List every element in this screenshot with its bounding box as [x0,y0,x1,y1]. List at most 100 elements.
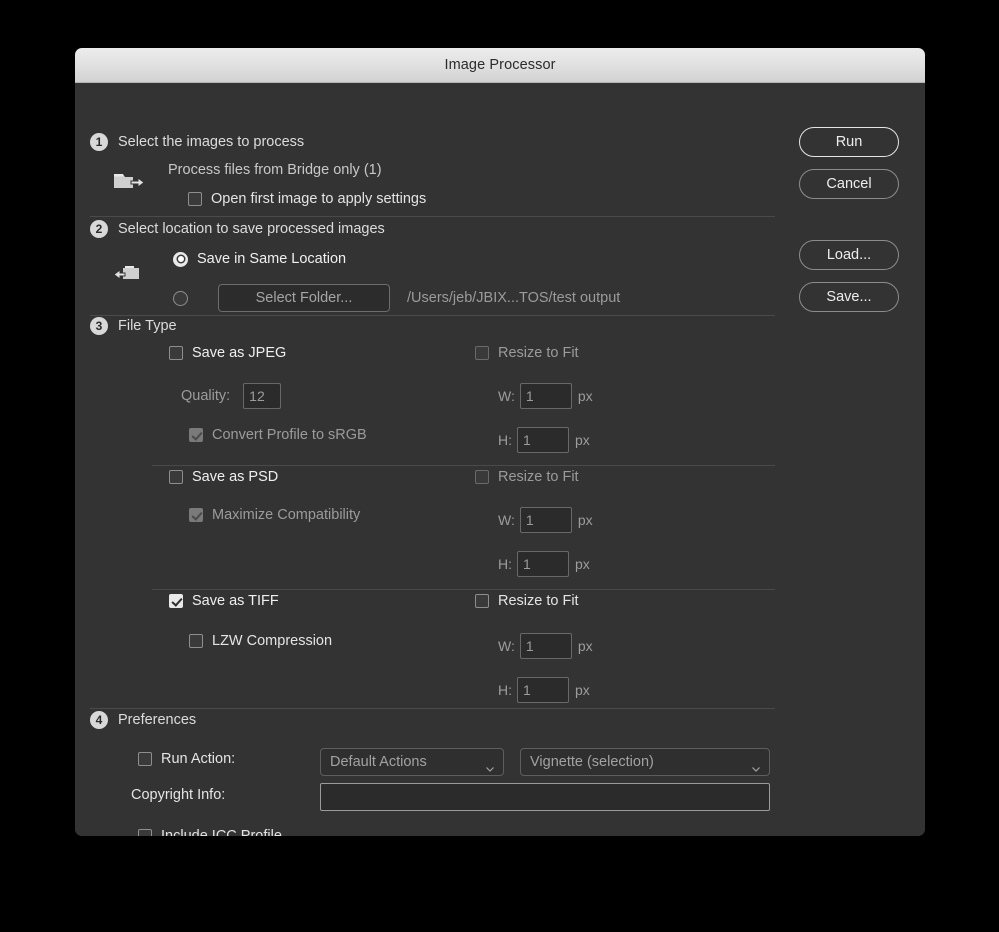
step-3-title: File Type [118,318,177,334]
copyright-info-input[interactable] [320,783,770,811]
load-settings-button[interactable]: Load... [799,240,899,270]
psd-height-unit: px [575,556,590,572]
psd-maximize-compat-label: Maximize Compatibility [212,507,361,523]
psd-height-label: H: [498,556,512,572]
tiff-width-row: W: 1 px [498,633,593,659]
jpeg-convert-srgb-checkbox[interactable] [189,428,203,442]
action-name-value: Vignette (selection) [530,754,654,770]
psd-width-input[interactable]: 1 [519,507,572,533]
jpeg-height-label: H: [498,432,512,448]
psd-height-row: H: 1 px [498,551,590,577]
step-1-title: Select the images to process [118,134,305,150]
tiff-width-label: W: [498,638,515,654]
psd-maximize-compat-checkbox[interactable] [189,508,203,522]
tiff-width-unit: px [577,638,593,654]
tiff-height-row: H: 1 px [498,677,590,703]
select-folder-button[interactable]: Select Folder... [218,284,390,312]
jpeg-convert-srgb-row[interactable]: Convert Profile to sRGB [189,427,367,443]
step-2-badge: 2 [90,220,108,238]
jpeg-quality-row: Quality: 12 [181,383,282,409]
step-3-badge: 3 [90,317,108,335]
jpeg-width-label: W: [498,388,515,404]
psd-resize-to-fit-checkbox[interactable] [475,470,489,484]
psd-width-unit: px [577,512,593,528]
run-action-checkbox[interactable] [138,752,152,766]
jpeg-resize-to-fit-row[interactable]: Resize to Fit [475,345,579,361]
source-label: Process files from Bridge only (1) [168,162,382,178]
save-same-location-label: Save in Same Location [197,251,347,267]
select-folder-row[interactable]: Select Folder... /Users/jeb/JBIX...TOS/t… [173,284,620,312]
tiff-lzw-compression-label: LZW Compression [212,633,333,649]
save-same-location-row[interactable]: Save in Same Location [173,251,346,267]
save-as-jpeg-label: Save as JPEG [192,345,287,361]
open-first-image-row[interactable]: Open first image to apply settings [188,191,426,207]
tiff-resize-to-fit-row[interactable]: Resize to Fit [475,593,579,609]
jpeg-height-unit: px [575,432,590,448]
save-as-tiff-row[interactable]: Save as TIFF [169,593,279,609]
tiff-height-input[interactable]: 1 [517,677,569,703]
psd-maximize-compat-row[interactable]: Maximize Compatibility [189,507,360,523]
folder-export-icon [112,169,146,195]
save-as-jpeg-row[interactable]: Save as JPEG [169,345,286,361]
save-as-tiff-label: Save as TIFF [192,593,279,609]
jpeg-height-row: H: 1 px [498,427,590,453]
jpeg-width-input[interactable]: 1 [519,383,572,409]
tiff-height-label: H: [498,682,512,698]
psd-width-label: W: [498,512,515,528]
jpeg-width-unit: px [577,388,593,404]
dialog-action-buttons: Run Cancel Load... Save... [799,83,909,324]
jpeg-height-input[interactable]: 1 [517,427,569,453]
jpeg-resize-to-fit-label: Resize to Fit [498,345,579,361]
step-2-header: 2 Select location to save processed imag… [90,220,385,238]
select-folder-radio[interactable] [173,290,188,306]
include-icc-profile-checkbox[interactable] [138,829,152,836]
step-1-header: 1 Select the images to process [90,133,304,151]
separator-1 [90,216,775,217]
open-first-image-checkbox[interactable] [188,192,202,206]
include-icc-profile-row[interactable]: Include ICC Profile [138,828,282,836]
save-same-location-radio[interactable] [173,251,188,267]
open-first-image-label: Open first image to apply settings [211,191,427,207]
step-2-title: Select location to save processed images [118,221,385,237]
psd-resize-to-fit-label: Resize to Fit [498,469,579,485]
jpeg-quality-label: Quality: [181,388,231,404]
cancel-button[interactable]: Cancel [799,169,899,199]
run-action-label: Run Action: [161,751,236,767]
save-as-psd-label: Save as PSD [192,469,279,485]
include-icc-profile-label: Include ICC Profile [161,828,282,836]
copyright-info-label: Copyright Info: [131,787,226,803]
step-4-header: 4 Preferences [90,711,196,729]
tiff-lzw-row[interactable]: LZW Compression [189,633,332,649]
folder-import-icon [112,261,146,287]
action-set-value: Default Actions [330,754,427,770]
save-settings-button[interactable]: Save... [799,282,899,312]
psd-resize-to-fit-row[interactable]: Resize to Fit [475,469,579,485]
jpeg-resize-to-fit-checkbox[interactable] [475,346,489,360]
separator-psd-tiff [152,589,775,590]
separator-jpeg-psd [152,465,775,466]
image-processor-dialog: Image Processor Run Cancel Load... Save.… [75,48,925,836]
action-set-select[interactable]: Default Actions [320,748,504,776]
tiff-resize-to-fit-checkbox[interactable] [475,594,489,608]
save-as-psd-checkbox[interactable] [169,470,183,484]
separator-2 [90,315,775,316]
save-as-jpeg-checkbox[interactable] [169,346,183,360]
step-1-badge: 1 [90,133,108,151]
tiff-width-input[interactable]: 1 [519,633,572,659]
separator-3 [90,708,775,709]
jpeg-convert-srgb-label: Convert Profile to sRGB [212,427,367,443]
tiff-lzw-compression-checkbox[interactable] [189,634,203,648]
dialog-title: Image Processor [444,57,556,73]
jpeg-quality-input[interactable]: 12 [243,383,282,409]
tiff-height-unit: px [575,682,590,698]
save-as-tiff-checkbox[interactable] [169,594,183,608]
action-name-select[interactable]: Vignette (selection) [520,748,770,776]
psd-height-input[interactable]: 1 [517,551,569,577]
run-button[interactable]: Run [799,127,899,157]
tiff-resize-to-fit-label: Resize to Fit [498,593,579,609]
run-action-row[interactable]: Run Action: [138,751,235,767]
save-as-psd-row[interactable]: Save as PSD [169,469,278,485]
step-3-header: 3 File Type [90,317,177,335]
jpeg-width-row: W: 1 px [498,383,593,409]
output-path-text: /Users/jeb/JBIX...TOS/test output [407,290,621,306]
